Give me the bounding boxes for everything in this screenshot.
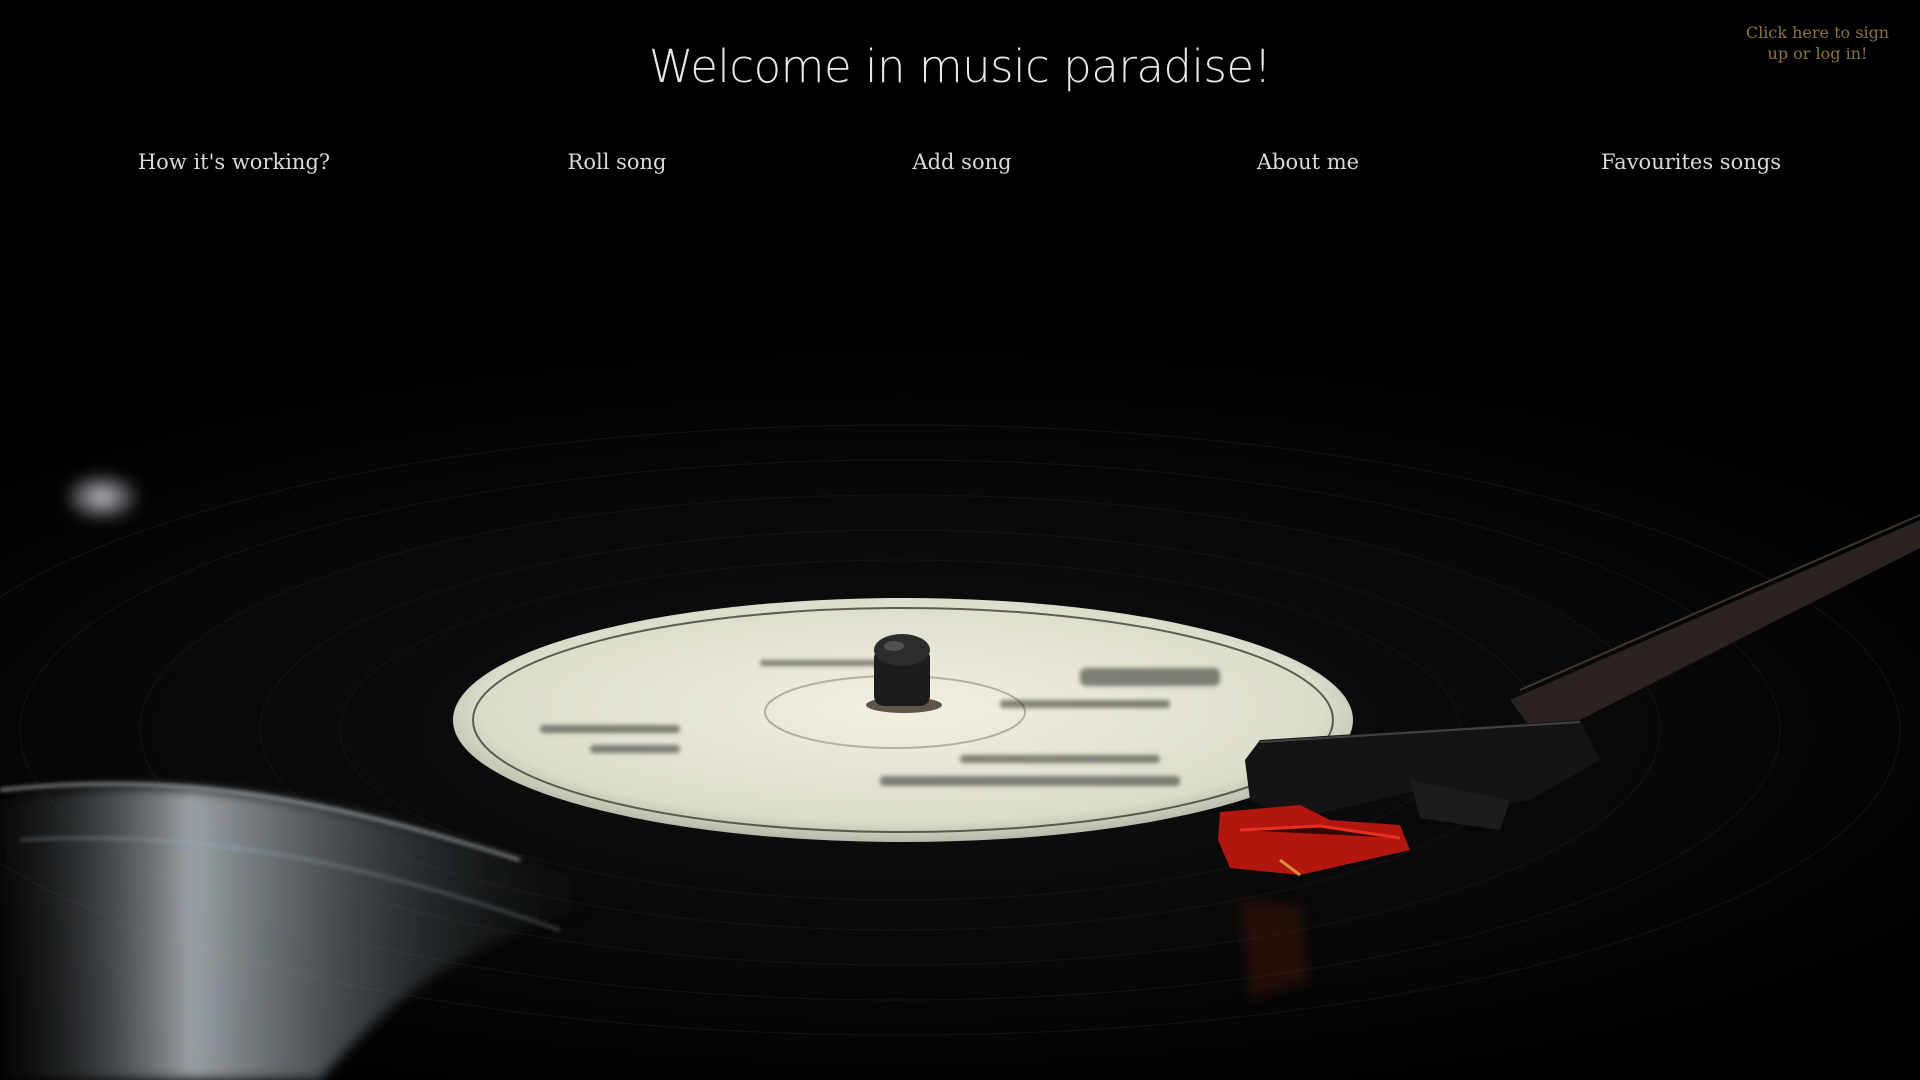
page-title: Welcome in music paradise! (648, 40, 1272, 93)
nav-add-song[interactable]: Add song (912, 150, 1011, 174)
nav-favourites-songs[interactable]: Favourites songs (1601, 150, 1781, 174)
sign-up-login-link[interactable]: Click here to sign up or log in! (1740, 22, 1895, 64)
nav-roll-song[interactable]: Roll song (568, 150, 667, 174)
page: Welcome in music paradise! Click here to… (0, 0, 1920, 1080)
main-nav: How it's working? Roll song Add song Abo… (0, 150, 1920, 184)
nav-how-its-working[interactable]: How it's working? (138, 150, 330, 174)
nav-about-me[interactable]: About me (1257, 150, 1359, 174)
